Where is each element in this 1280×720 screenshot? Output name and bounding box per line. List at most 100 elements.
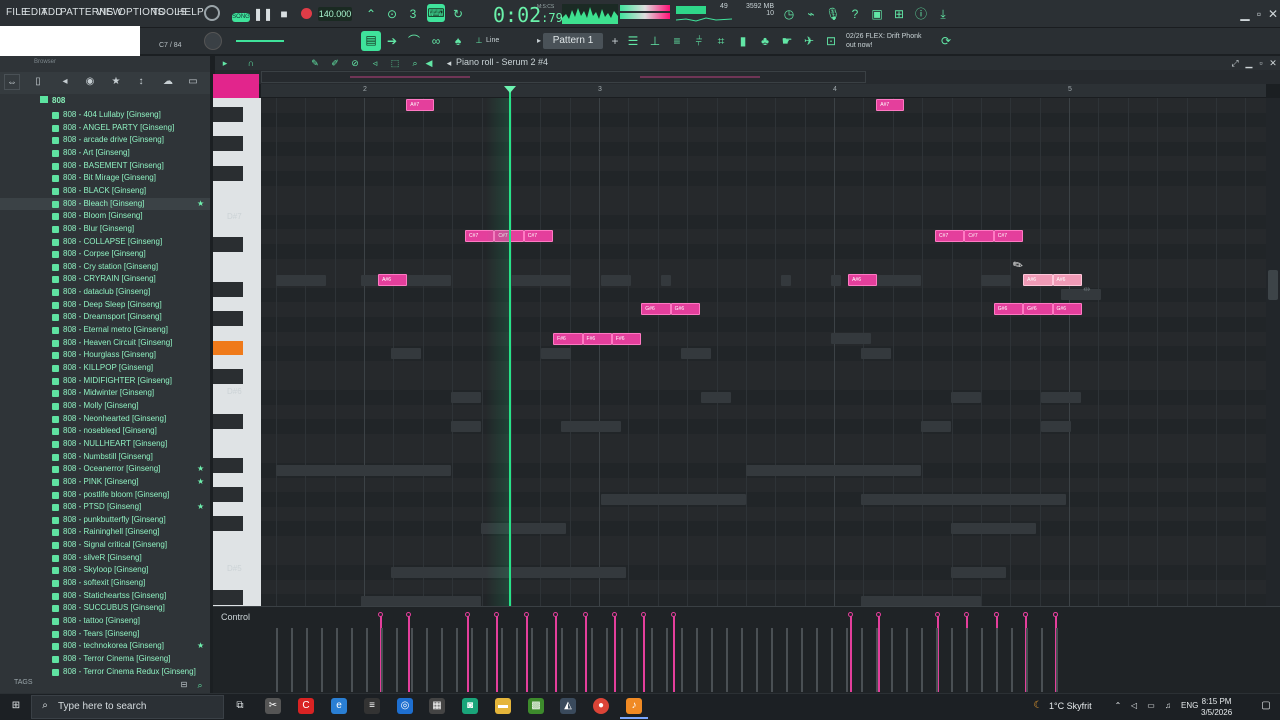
start-icon[interactable]: ⊞ bbox=[8, 698, 24, 714]
browser-item[interactable]: 808 - Staticheartss [Ginseng] bbox=[0, 590, 210, 602]
pause-icon[interactable]: ❚❚ bbox=[253, 5, 273, 23]
update-icon[interactable]: ⟳ bbox=[937, 32, 955, 50]
menu-help[interactable]: HELP bbox=[177, 7, 204, 18]
browser-item[interactable]: 808 - tattoo [Ginseng] bbox=[0, 615, 210, 627]
record-arm-icon[interactable]: ✈ bbox=[800, 32, 818, 50]
favorite-star-icon[interactable]: ★ bbox=[197, 501, 204, 513]
black-key[interactable] bbox=[213, 107, 243, 122]
browser-icon[interactable]: ▮ bbox=[734, 32, 752, 50]
note[interactable]: F#6 bbox=[582, 332, 612, 345]
velocity-handle[interactable] bbox=[993, 612, 999, 617]
app-red-icon[interactable]: C bbox=[298, 698, 314, 714]
clock-icon[interactable]: ◷ bbox=[780, 5, 798, 23]
control-target-label[interactable]: Control bbox=[221, 612, 250, 622]
black-key[interactable] bbox=[213, 166, 243, 181]
browser-item[interactable]: 808 - Terror Cinema Redux [Ginseng] bbox=[0, 666, 210, 678]
browser-item[interactable]: 808 - dataclub [Ginseng] bbox=[0, 286, 210, 298]
note[interactable]: A#6 bbox=[378, 274, 408, 287]
favorite-star-icon[interactable]: ★ bbox=[197, 198, 204, 210]
velocity-bar[interactable] bbox=[525, 614, 528, 692]
browser-item[interactable]: 808 - Bit Mirage [Ginseng] bbox=[0, 172, 210, 184]
stop-icon[interactable]: ■ bbox=[275, 5, 293, 23]
browser-item[interactable]: 808 - punkbutterfly [Ginseng] bbox=[0, 514, 210, 526]
loop-record-icon[interactable]: ↻ bbox=[449, 5, 467, 23]
black-key[interactable] bbox=[213, 590, 243, 605]
edge-icon[interactable]: e bbox=[331, 698, 347, 714]
mixer-icon[interactable]: ⫩ bbox=[690, 32, 708, 50]
browser-item[interactable]: 808 - Neonhearted [Ginseng] bbox=[0, 413, 210, 425]
magnet-icon[interactable]: ⌒ bbox=[405, 32, 423, 50]
note[interactable]: F#6 bbox=[553, 332, 583, 345]
note[interactable]: A#7 bbox=[406, 99, 435, 111]
note[interactable]: F#6 bbox=[611, 332, 642, 345]
velocity-bar[interactable] bbox=[672, 614, 675, 692]
browser-target-icon[interactable]: ◉ bbox=[82, 74, 98, 90]
browser-item[interactable]: 808 - Heaven Circuit [Ginseng] bbox=[0, 337, 210, 349]
app-gray-icon[interactable]: ◭ bbox=[560, 698, 576, 714]
black-key[interactable] bbox=[213, 237, 243, 252]
browser-item[interactable]: 808 - Skyloop [Ginseng] bbox=[0, 564, 210, 576]
browser-item[interactable]: 808 - nosebleed [Ginseng] bbox=[0, 425, 210, 437]
note[interactable]: A#6 bbox=[1052, 274, 1082, 287]
project-icon[interactable]: ⌗ bbox=[712, 32, 730, 50]
note[interactable]: A#6 bbox=[848, 274, 878, 287]
app-capcut-icon[interactable]: ✂ bbox=[265, 698, 281, 714]
velocity-bar[interactable] bbox=[850, 614, 853, 692]
browser-item[interactable]: 808 - MIDIFIGHTER [Ginseng] bbox=[0, 375, 210, 387]
browser-item[interactable]: 808 - Art [Ginseng] bbox=[0, 147, 210, 159]
playhead-marker[interactable] bbox=[504, 86, 516, 93]
velocity-bar[interactable] bbox=[408, 614, 411, 692]
microphone-icon[interactable]: 🎙 bbox=[824, 5, 842, 23]
plugin-icon[interactable]: ⊞ bbox=[890, 5, 908, 23]
recording-hint-icon[interactable] bbox=[204, 5, 220, 21]
browser-item[interactable]: 808 - Deep Sleep [Ginseng] bbox=[0, 299, 210, 311]
velocity-handle[interactable] bbox=[1052, 612, 1058, 617]
wait-input-icon[interactable]: ⊙ bbox=[383, 5, 401, 23]
browser-back-icon[interactable]: ◂ bbox=[57, 74, 73, 90]
velocity-handle[interactable] bbox=[611, 612, 617, 617]
note[interactable]: G#6 bbox=[993, 303, 1024, 316]
black-key[interactable] bbox=[213, 487, 243, 502]
fl-studio-icon[interactable]: ♪ bbox=[626, 698, 642, 714]
browser-item[interactable]: 808 - ANGEL PARTY [Ginseng] bbox=[0, 122, 210, 134]
snap-mode[interactable]: Line bbox=[486, 37, 499, 44]
velocity-handle[interactable] bbox=[523, 612, 529, 617]
velocity-bar[interactable] bbox=[496, 614, 499, 692]
black-key[interactable] bbox=[213, 282, 243, 297]
volume-icon[interactable]: ◁ bbox=[1126, 698, 1142, 714]
velocity-bar[interactable] bbox=[584, 614, 587, 692]
browser-item[interactable]: 808 - Corpse [Ginseng] bbox=[0, 248, 210, 260]
stamp-icon[interactable]: ♠ bbox=[449, 32, 467, 50]
browser-item[interactable]: 808 - Dreamsport [Ginseng] bbox=[0, 311, 210, 323]
playlist-icon[interactable]: ▤ bbox=[361, 31, 381, 51]
note[interactable]: G#6 bbox=[670, 303, 701, 316]
browser-file-icon[interactable]: ▯ bbox=[30, 74, 46, 90]
black-key[interactable] bbox=[213, 458, 243, 473]
weather-text[interactable]: 1°C Skyfrit bbox=[1049, 701, 1092, 711]
tempo-display[interactable]: 140.000 bbox=[318, 7, 352, 21]
notification-icon[interactable]: ▢ bbox=[1258, 698, 1274, 714]
store-icon[interactable]: ▦ bbox=[429, 698, 445, 714]
playlist-view-icon[interactable]: ☰ bbox=[624, 32, 642, 50]
browser-item[interactable]: 808 - Signal critical [Ginseng] bbox=[0, 539, 210, 551]
tags-label[interactable]: TAGS bbox=[14, 679, 33, 686]
time-ruler[interactable] bbox=[261, 84, 1266, 98]
note[interactable]: C#7 bbox=[523, 230, 554, 243]
note[interactable]: G#6 bbox=[1023, 303, 1053, 316]
note[interactable]: A#7 bbox=[876, 99, 905, 111]
black-key[interactable] bbox=[213, 369, 243, 384]
browser-item[interactable]: 808 - silveR [Ginseng] bbox=[0, 552, 210, 564]
app-blue-icon[interactable]: ◎ bbox=[397, 698, 413, 714]
download-icon[interactable]: ⤓ bbox=[934, 5, 952, 23]
add-pattern-icon[interactable]: + bbox=[606, 32, 624, 50]
countdown-icon[interactable]: 3 bbox=[404, 5, 422, 23]
file-explorer-icon[interactable]: ▬ bbox=[495, 698, 511, 714]
browser-item[interactable]: 808 - NULLHEART [Ginseng] bbox=[0, 438, 210, 450]
note[interactable]: C#7 bbox=[993, 230, 1024, 243]
black-key[interactable] bbox=[213, 311, 243, 326]
browser-item[interactable]: 808 - Raininghell [Ginseng] bbox=[0, 526, 210, 538]
record-button[interactable] bbox=[301, 8, 312, 19]
minecraft-icon[interactable]: ▩ bbox=[528, 698, 544, 714]
network-icon[interactable]: ▭ bbox=[1143, 698, 1159, 714]
browser-expand-icon[interactable]: ⇔ bbox=[4, 74, 20, 90]
